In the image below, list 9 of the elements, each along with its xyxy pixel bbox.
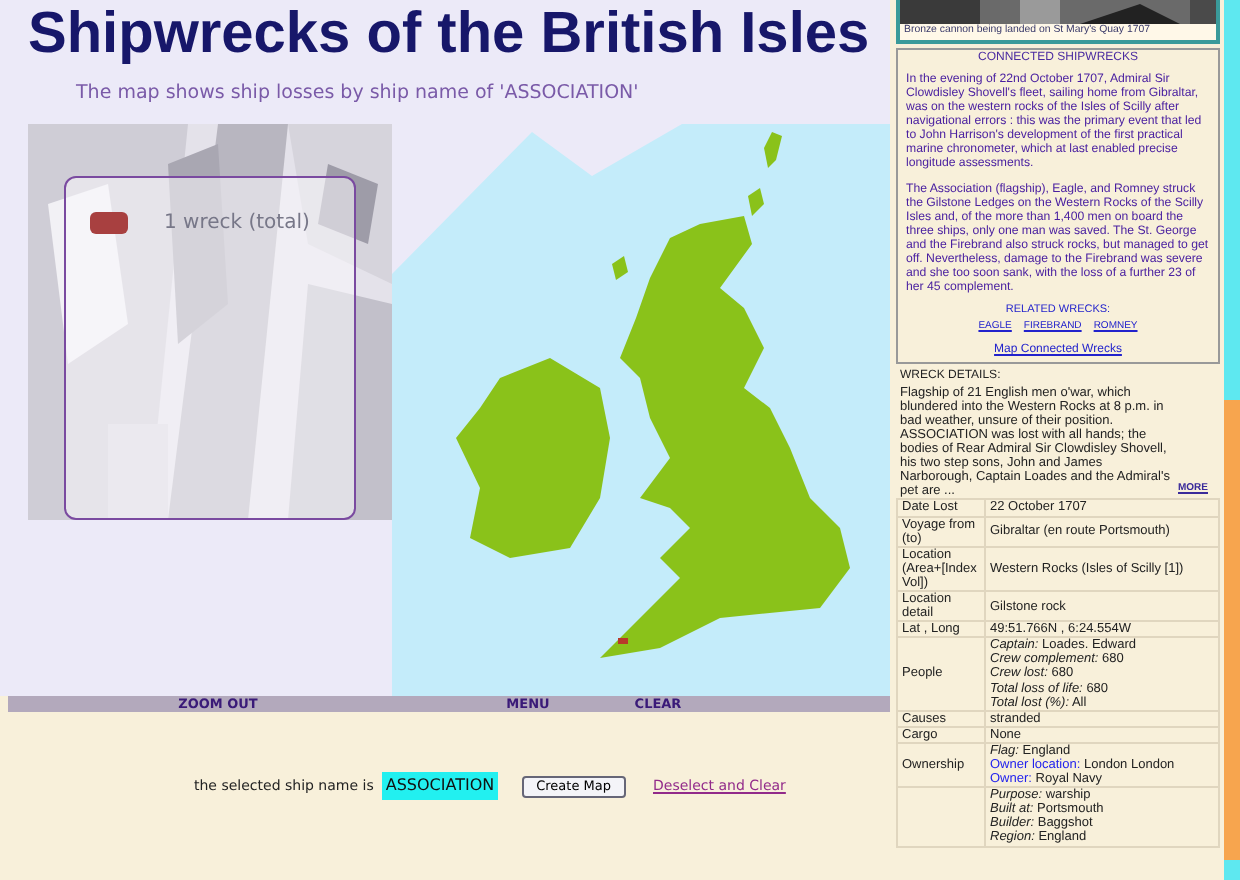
scrollbar[interactable] bbox=[1224, 0, 1240, 880]
wreck-marker-icon[interactable] bbox=[618, 638, 628, 644]
wreck-swatch-icon bbox=[90, 212, 128, 234]
map[interactable] bbox=[392, 124, 890, 696]
selected-ship-name: ASSOCIATION bbox=[381, 772, 499, 800]
scrollbar-thumb[interactable] bbox=[1224, 400, 1240, 860]
map-subtitle: The map shows ship losses by ship name of 'ASSOCIATION' bbox=[76, 82, 639, 104]
legend-label: 1 wreck (total) bbox=[164, 210, 310, 238]
page-title: Shipwrecks of the British Isles bbox=[0, 0, 890, 68]
